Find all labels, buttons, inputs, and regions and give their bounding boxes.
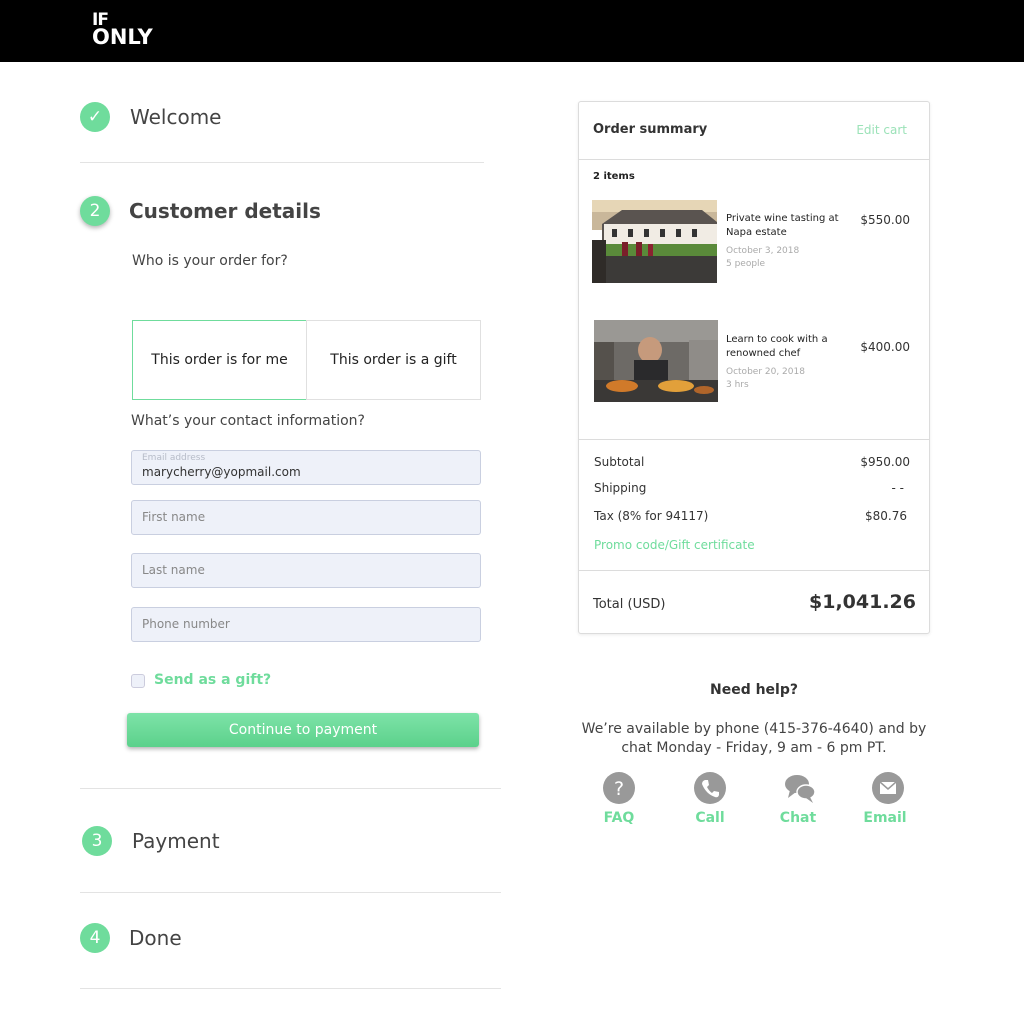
continue-to-payment-button[interactable]: Continue to payment: [127, 713, 479, 747]
promo-code-link[interactable]: Promo code/Gift certificate: [594, 538, 755, 552]
email-value: marycherry@yopmail.com: [142, 465, 301, 479]
need-help-title: Need help?: [709, 682, 798, 698]
svg-text:?: ?: [614, 778, 624, 800]
step-3-number: 3: [82, 826, 112, 856]
send-gift-label[interactable]: Send as a gift?: [154, 672, 271, 688]
subtotal-label: Subtotal: [594, 455, 645, 469]
chat-link[interactable]: Chat: [768, 810, 828, 826]
divider: [579, 439, 929, 440]
faq-link[interactable]: FAQ: [589, 810, 649, 826]
phone-field[interactable]: Phone number: [131, 607, 481, 642]
step-3-title: Payment: [132, 829, 220, 853]
divider: [80, 892, 501, 893]
item-1-date: October 3, 2018: [726, 246, 800, 256]
send-gift-checkbox[interactable]: [131, 674, 145, 688]
item-2-detail: 3 hrs: [726, 380, 749, 390]
shipping-value: - -: [891, 481, 904, 495]
order-is-gift-option[interactable]: This order is a gift: [306, 320, 481, 400]
item-1-price: $550.00: [860, 213, 910, 227]
step-4-title: Done: [129, 926, 182, 950]
top-bar: IF ONLY: [0, 0, 1024, 62]
phone-icon[interactable]: [694, 772, 726, 804]
cooking-chef-image: [594, 320, 718, 402]
divider: [80, 788, 501, 789]
item-1-title[interactable]: Private wine tasting at Napa estate: [726, 212, 846, 240]
tax-value: $80.76: [865, 509, 907, 523]
envelope-icon[interactable]: [872, 772, 904, 804]
step-2-title: Customer details: [129, 199, 321, 223]
edit-cart-link[interactable]: Edit cart: [856, 123, 907, 137]
chat-icon[interactable]: [784, 772, 816, 804]
logo-line-2: ONLY: [92, 25, 153, 49]
email-link[interactable]: Email: [855, 810, 915, 826]
divider: [80, 162, 484, 163]
last-name-placeholder: Last name: [142, 563, 205, 577]
step-1-title[interactable]: Welcome: [130, 105, 221, 129]
item-2-date: October 20, 2018: [726, 367, 805, 377]
step-4-number: 4: [80, 923, 110, 953]
tax-label: Tax (8% for 94117): [594, 509, 709, 523]
email-label: Email address: [142, 453, 206, 463]
item-2-title[interactable]: Learn to cook with a renowned chef: [726, 333, 846, 361]
first-name-placeholder: First name: [142, 510, 206, 524]
ifonly-logo[interactable]: IF ONLY: [92, 12, 153, 49]
last-name-field[interactable]: Last name: [131, 553, 481, 588]
order-summary-panel: Order summary Edit cart 2 items Private …: [578, 101, 930, 634]
subtotal-value: $950.00: [860, 455, 910, 469]
who-question: Who is your order for?: [132, 253, 288, 269]
order-summary-title: Order summary: [593, 122, 708, 137]
total-value: $1,041.26: [809, 591, 916, 613]
divider: [579, 159, 929, 160]
help-availability-text: We’re available by phone (415-376-4640) …: [581, 721, 927, 756]
item-1-detail: 5 people: [726, 259, 766, 269]
question-icon[interactable]: ?: [603, 772, 635, 804]
step-1-check-icon: ✓: [80, 102, 110, 132]
shipping-label: Shipping: [594, 481, 647, 495]
call-link[interactable]: Call: [680, 810, 740, 826]
divider: [579, 570, 929, 571]
total-label: Total (USD): [593, 597, 666, 612]
phone-placeholder: Phone number: [142, 617, 230, 631]
email-field[interactable]: Email address marycherry@yopmail.com: [131, 450, 481, 485]
first-name-field[interactable]: First name: [131, 500, 481, 535]
items-count: 2 items: [593, 171, 635, 182]
divider: [80, 988, 501, 989]
item-2-price: $400.00: [860, 340, 910, 354]
wine-tasting-image: [592, 200, 717, 283]
contact-question: What’s your contact information?: [131, 413, 365, 429]
order-for-me-option[interactable]: This order is for me: [132, 320, 307, 400]
step-2-number: 2: [80, 196, 110, 226]
